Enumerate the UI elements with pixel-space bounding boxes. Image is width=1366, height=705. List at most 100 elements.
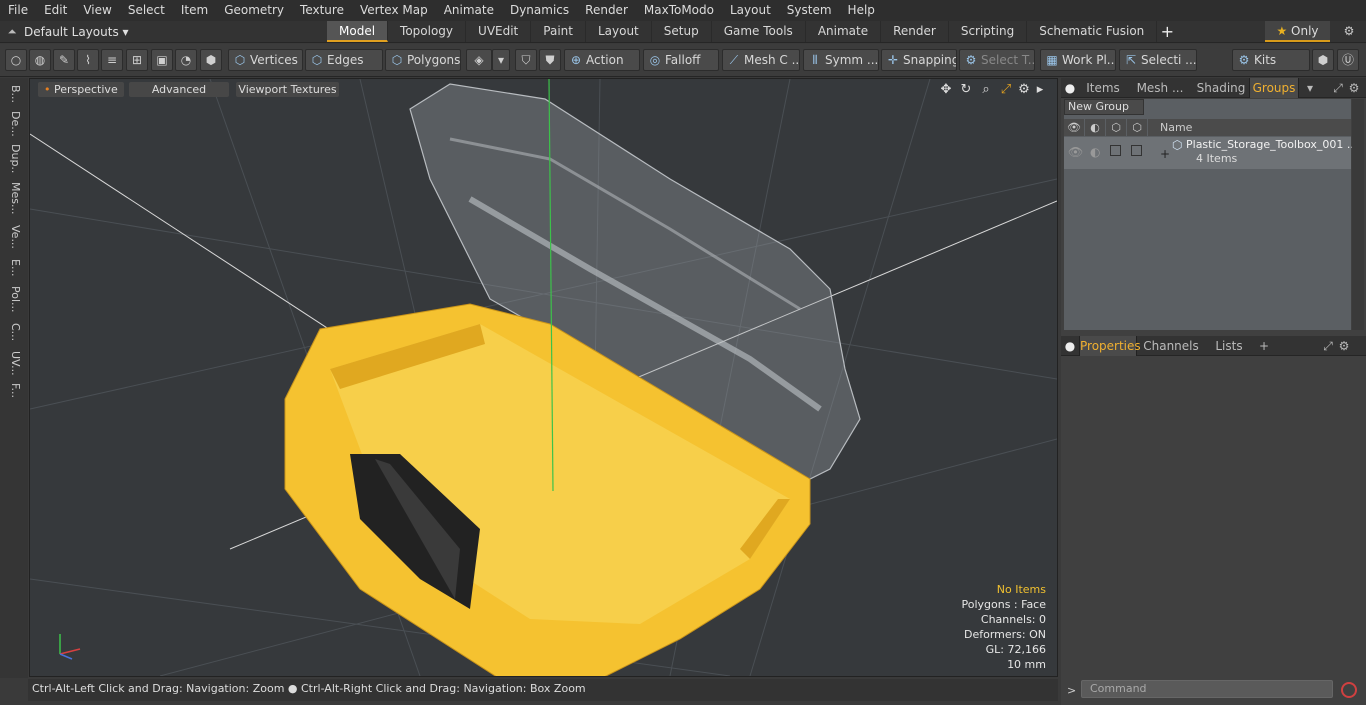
falloff-button[interactable]: ◎ Falloff — [643, 49, 719, 71]
shield-check-icon[interactable]: ⛊ — [539, 49, 561, 71]
tab-channels[interactable]: Channels — [1143, 336, 1199, 356]
rotate-view-icon[interactable]: ↻ — [957, 81, 975, 99]
selection-sets-button[interactable]: ⇱ Selecti ... — [1119, 49, 1197, 71]
menu-help[interactable]: Help — [840, 0, 883, 21]
zoom-icon[interactable]: ⌕ — [977, 81, 995, 99]
3d-viewport[interactable]: • Perspective Advanced Viewport Textures… — [29, 78, 1058, 677]
menu-file[interactable]: File — [0, 0, 36, 21]
edges-button[interactable]: ⬡ Edges — [305, 49, 383, 71]
symmetry-button[interactable]: ⫴ Symm ... — [803, 49, 879, 71]
action-button[interactable]: ⊕ Action — [564, 49, 640, 71]
tab-polygon[interactable]: Pol... — [4, 284, 22, 314]
move-view-icon[interactable]: ✥ — [937, 81, 955, 99]
menu-animate[interactable]: Animate — [436, 0, 502, 21]
lock-header-icon[interactable]: ⬡ — [1106, 119, 1126, 136]
tab-layout[interactable]: Layout — [586, 21, 652, 42]
only-button[interactable]: ★ Only — [1265, 21, 1330, 42]
settings-icon[interactable]: ⚙ — [1337, 336, 1351, 356]
tab-groups[interactable]: Groups — [1249, 78, 1299, 98]
shield-icon[interactable]: ⬢ — [200, 49, 222, 71]
tab-uvedit[interactable]: UVEdit — [466, 21, 532, 42]
align-icon[interactable]: ≡ — [101, 49, 123, 71]
menu-dynamics[interactable]: Dynamics — [502, 0, 577, 21]
select-through-button[interactable]: ⚙ Select T... — [959, 49, 1035, 71]
select-checkbox[interactable] — [1131, 145, 1142, 156]
render-icon[interactable]: ◐ — [1090, 145, 1100, 159]
maximize-icon[interactable]: ⤢ — [997, 81, 1015, 99]
tab-fusion[interactable]: F... — [4, 378, 22, 404]
visibility-header-icon[interactable]: 👁 — [1064, 119, 1084, 136]
pen-icon[interactable]: ✎ — [53, 49, 75, 71]
menu-maxtomodo[interactable]: MaxToModo — [636, 0, 722, 21]
symmetry-shield-icon[interactable]: ⛉ — [515, 49, 537, 71]
mesh-constraints-button[interactable]: ⟋ Mesh C ... — [722, 49, 800, 71]
tab-schematic-fusion[interactable]: Schematic Fusion — [1027, 21, 1158, 42]
tab-properties[interactable]: Properties — [1079, 336, 1141, 356]
perspective-dropdown[interactable]: • Perspective — [38, 82, 124, 97]
globe-icon[interactable]: ◍ — [29, 49, 51, 71]
eye-icon[interactable]: 👁 — [1068, 145, 1083, 159]
tab-animate[interactable]: Animate — [806, 21, 882, 42]
layout-selector[interactable]: Default Layouts ▾ — [24, 25, 324, 39]
tab-deform[interactable]: De... — [4, 110, 22, 138]
tab-paint[interactable]: Paint — [531, 21, 586, 42]
menu-layout[interactable]: Layout — [722, 0, 779, 21]
tab-topology[interactable]: Topology — [388, 21, 467, 42]
tab-mesh-ops[interactable]: Mesh ... — [1133, 78, 1187, 98]
polygons-button[interactable]: ⬡ Polygons — [385, 49, 461, 71]
menu-geometry[interactable]: Geometry — [216, 0, 292, 21]
expand-icon[interactable]: ⤢ — [1331, 78, 1345, 98]
groups-scrollbar[interactable] — [1352, 99, 1364, 330]
add-tab-icon[interactable]: + — [1157, 21, 1177, 42]
tab-game-tools[interactable]: Game Tools — [712, 21, 806, 42]
layout-expand-icon[interactable]: ⏶ — [0, 25, 24, 39]
tab-scripting[interactable]: Scripting — [949, 21, 1028, 42]
play-icon[interactable]: ▸ — [1031, 81, 1049, 99]
tab-render[interactable]: Render — [881, 21, 949, 42]
expand-plus-icon[interactable]: + — [1160, 147, 1170, 161]
tab-curve[interactable]: C... — [4, 320, 22, 344]
menu-select[interactable]: Select — [120, 0, 173, 21]
render-header-icon[interactable]: ◐ — [1085, 119, 1105, 136]
menu-view[interactable]: View — [75, 0, 119, 21]
center-icon[interactable]: ⊞ — [126, 49, 148, 71]
menu-vertex-map[interactable]: Vertex Map — [352, 0, 436, 21]
menu-system[interactable]: System — [779, 0, 840, 21]
select-header-icon[interactable]: ⬡ — [1127, 119, 1147, 136]
advanced-dropdown[interactable]: Advanced — [129, 82, 229, 97]
menu-render[interactable]: Render — [577, 0, 636, 21]
tab-shading[interactable]: Shading — [1193, 78, 1249, 98]
menu-edit[interactable]: Edit — [36, 0, 75, 21]
expand-icon[interactable]: ⤢ — [1321, 336, 1335, 356]
cube-icon[interactable]: ◈ — [466, 49, 492, 71]
chevron-down-icon[interactable]: ▾ — [492, 49, 510, 71]
tab-basic[interactable]: B... — [4, 82, 22, 106]
lock-checkbox[interactable] — [1110, 145, 1121, 156]
tab-edge[interactable]: E... — [4, 256, 22, 280]
viewport-textures-dropdown[interactable]: Viewport Textures — [236, 82, 339, 97]
group-row[interactable]: 👁 ◐ + ⬡ Plastic_Storage_Toolbox_001 ... … — [1064, 137, 1357, 169]
unreal-icon[interactable]: Ⓤ — [1337, 49, 1359, 71]
tab-lists[interactable]: Lists — [1209, 336, 1249, 356]
name-header[interactable]: Name — [1148, 119, 1351, 136]
tab-setup[interactable]: Setup — [652, 21, 712, 42]
snapping-button[interactable]: ✛ Snapping — [881, 49, 957, 71]
square-icon[interactable]: ▣ — [151, 49, 173, 71]
chevron-down-icon[interactable]: ▾ — [1303, 78, 1317, 98]
tab-model[interactable]: Model — [327, 21, 389, 42]
menu-texture[interactable]: Texture — [292, 0, 352, 21]
record-icon[interactable] — [1341, 682, 1357, 698]
menu-item[interactable]: Item — [173, 0, 216, 21]
tab-duplicate[interactable]: Dup... — [4, 144, 22, 174]
brush-icon[interactable]: ⌇ — [77, 49, 99, 71]
work-plane-button[interactable]: ▦ Work Pl... — [1040, 49, 1116, 71]
settings-icon[interactable]: ⚙ — [1347, 78, 1361, 98]
add-tab-icon[interactable]: + — [1257, 336, 1271, 356]
tab-mesh[interactable]: Mes... — [4, 182, 22, 214]
gear-icon[interactable]: ⚙ — [1338, 21, 1360, 42]
tab-vertex[interactable]: Ve... — [4, 224, 22, 250]
tab-items[interactable]: Items — [1081, 78, 1125, 98]
vertices-button[interactable]: ⬡ Vertices — [228, 49, 303, 71]
new-group-button[interactable]: New Group — [1064, 99, 1144, 115]
select-circle-icon[interactable]: ○ — [5, 49, 27, 71]
